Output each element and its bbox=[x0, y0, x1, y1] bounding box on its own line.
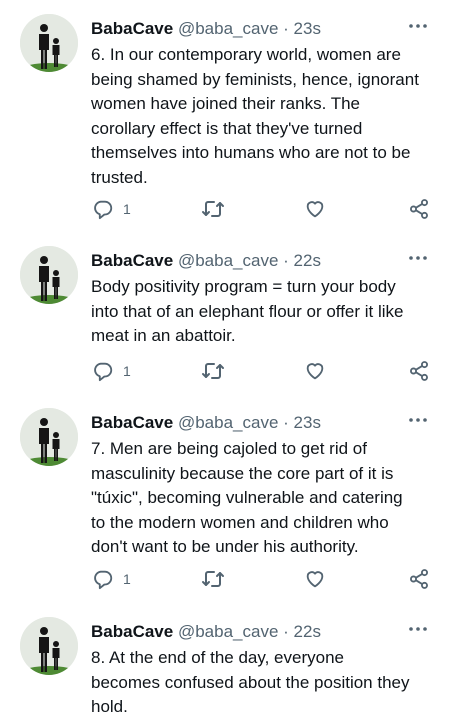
avatar[interactable] bbox=[20, 14, 78, 72]
more-icon[interactable] bbox=[408, 619, 428, 639]
separator: · bbox=[283, 413, 289, 432]
avatar[interactable] bbox=[20, 408, 78, 466]
more-icon[interactable] bbox=[408, 248, 428, 268]
timestamp[interactable]: 22s bbox=[294, 622, 321, 641]
reply-count: 1 bbox=[123, 363, 131, 379]
separator: · bbox=[283, 19, 289, 38]
handle[interactable]: @baba_cave bbox=[178, 251, 278, 270]
tweet-actions: 1 bbox=[0, 197, 450, 221]
avatar[interactable] bbox=[20, 246, 78, 304]
avatar-silhouette-icon bbox=[20, 408, 78, 466]
display-name[interactable]: BabaCave bbox=[91, 622, 173, 641]
display-name[interactable]: BabaCave bbox=[91, 251, 173, 270]
display-name[interactable]: BabaCave bbox=[91, 19, 173, 38]
share-icon bbox=[410, 361, 428, 381]
reply-count: 1 bbox=[123, 201, 131, 217]
tweet-header: BabaCave @baba_cave · 22s bbox=[91, 621, 432, 643]
timestamp[interactable]: 23s bbox=[294, 19, 321, 38]
retweet-icon bbox=[202, 363, 224, 379]
more-icon[interactable] bbox=[408, 410, 428, 430]
tweet-header: BabaCave @baba_cave · 22s bbox=[91, 250, 432, 272]
avatar-silhouette-icon bbox=[20, 246, 78, 304]
like-button[interactable] bbox=[304, 197, 326, 221]
avatar-silhouette-icon bbox=[20, 14, 78, 72]
avatar[interactable] bbox=[20, 617, 78, 675]
handle[interactable]: @baba_cave bbox=[178, 413, 278, 432]
handle[interactable]: @baba_cave bbox=[178, 19, 278, 38]
timestamp[interactable]: 23s bbox=[294, 413, 321, 432]
reply-icon bbox=[94, 362, 113, 382]
handle[interactable]: @baba_cave bbox=[178, 622, 278, 641]
display-name[interactable]: BabaCave bbox=[91, 413, 173, 432]
tweet-text: 6. In our contemporary world, women are … bbox=[91, 45, 419, 187]
retweet-button[interactable] bbox=[201, 359, 225, 383]
tweet-text: Body positivity program = turn your body… bbox=[91, 277, 404, 345]
share-button[interactable] bbox=[408, 567, 430, 591]
share-icon bbox=[410, 199, 428, 219]
tweet-header: BabaCave @baba_cave · 23s bbox=[91, 412, 432, 434]
retweet-icon bbox=[202, 571, 224, 587]
tweet-text: 8. At the end of the day, everyone becom… bbox=[91, 648, 410, 716]
share-button[interactable] bbox=[408, 359, 430, 383]
retweet-icon bbox=[202, 201, 224, 217]
tweet-actions: 1 bbox=[0, 359, 450, 383]
like-icon bbox=[306, 363, 324, 380]
reply-icon bbox=[94, 570, 113, 590]
reply-button[interactable]: 1 bbox=[92, 197, 131, 221]
separator: · bbox=[283, 251, 289, 270]
reply-icon bbox=[94, 200, 113, 220]
like-icon bbox=[306, 201, 324, 218]
share-button[interactable] bbox=[408, 197, 430, 221]
reply-count: 1 bbox=[123, 571, 131, 587]
retweet-button[interactable] bbox=[201, 197, 225, 221]
tweet-actions: 1 bbox=[0, 567, 450, 591]
separator: · bbox=[283, 622, 289, 641]
like-icon bbox=[306, 571, 324, 588]
like-button[interactable] bbox=[304, 359, 326, 383]
timestamp[interactable]: 22s bbox=[294, 251, 321, 270]
share-icon bbox=[410, 569, 428, 589]
like-button[interactable] bbox=[304, 567, 326, 591]
tweet-text: 7. Men are being cajoled to get rid of m… bbox=[91, 439, 403, 556]
avatar-silhouette-icon bbox=[20, 617, 78, 675]
reply-button[interactable]: 1 bbox=[92, 567, 131, 591]
more-icon[interactable] bbox=[408, 16, 428, 36]
tweet-header: BabaCave @baba_cave · 23s bbox=[91, 18, 432, 40]
reply-button[interactable]: 1 bbox=[92, 359, 131, 383]
retweet-button[interactable] bbox=[201, 567, 225, 591]
